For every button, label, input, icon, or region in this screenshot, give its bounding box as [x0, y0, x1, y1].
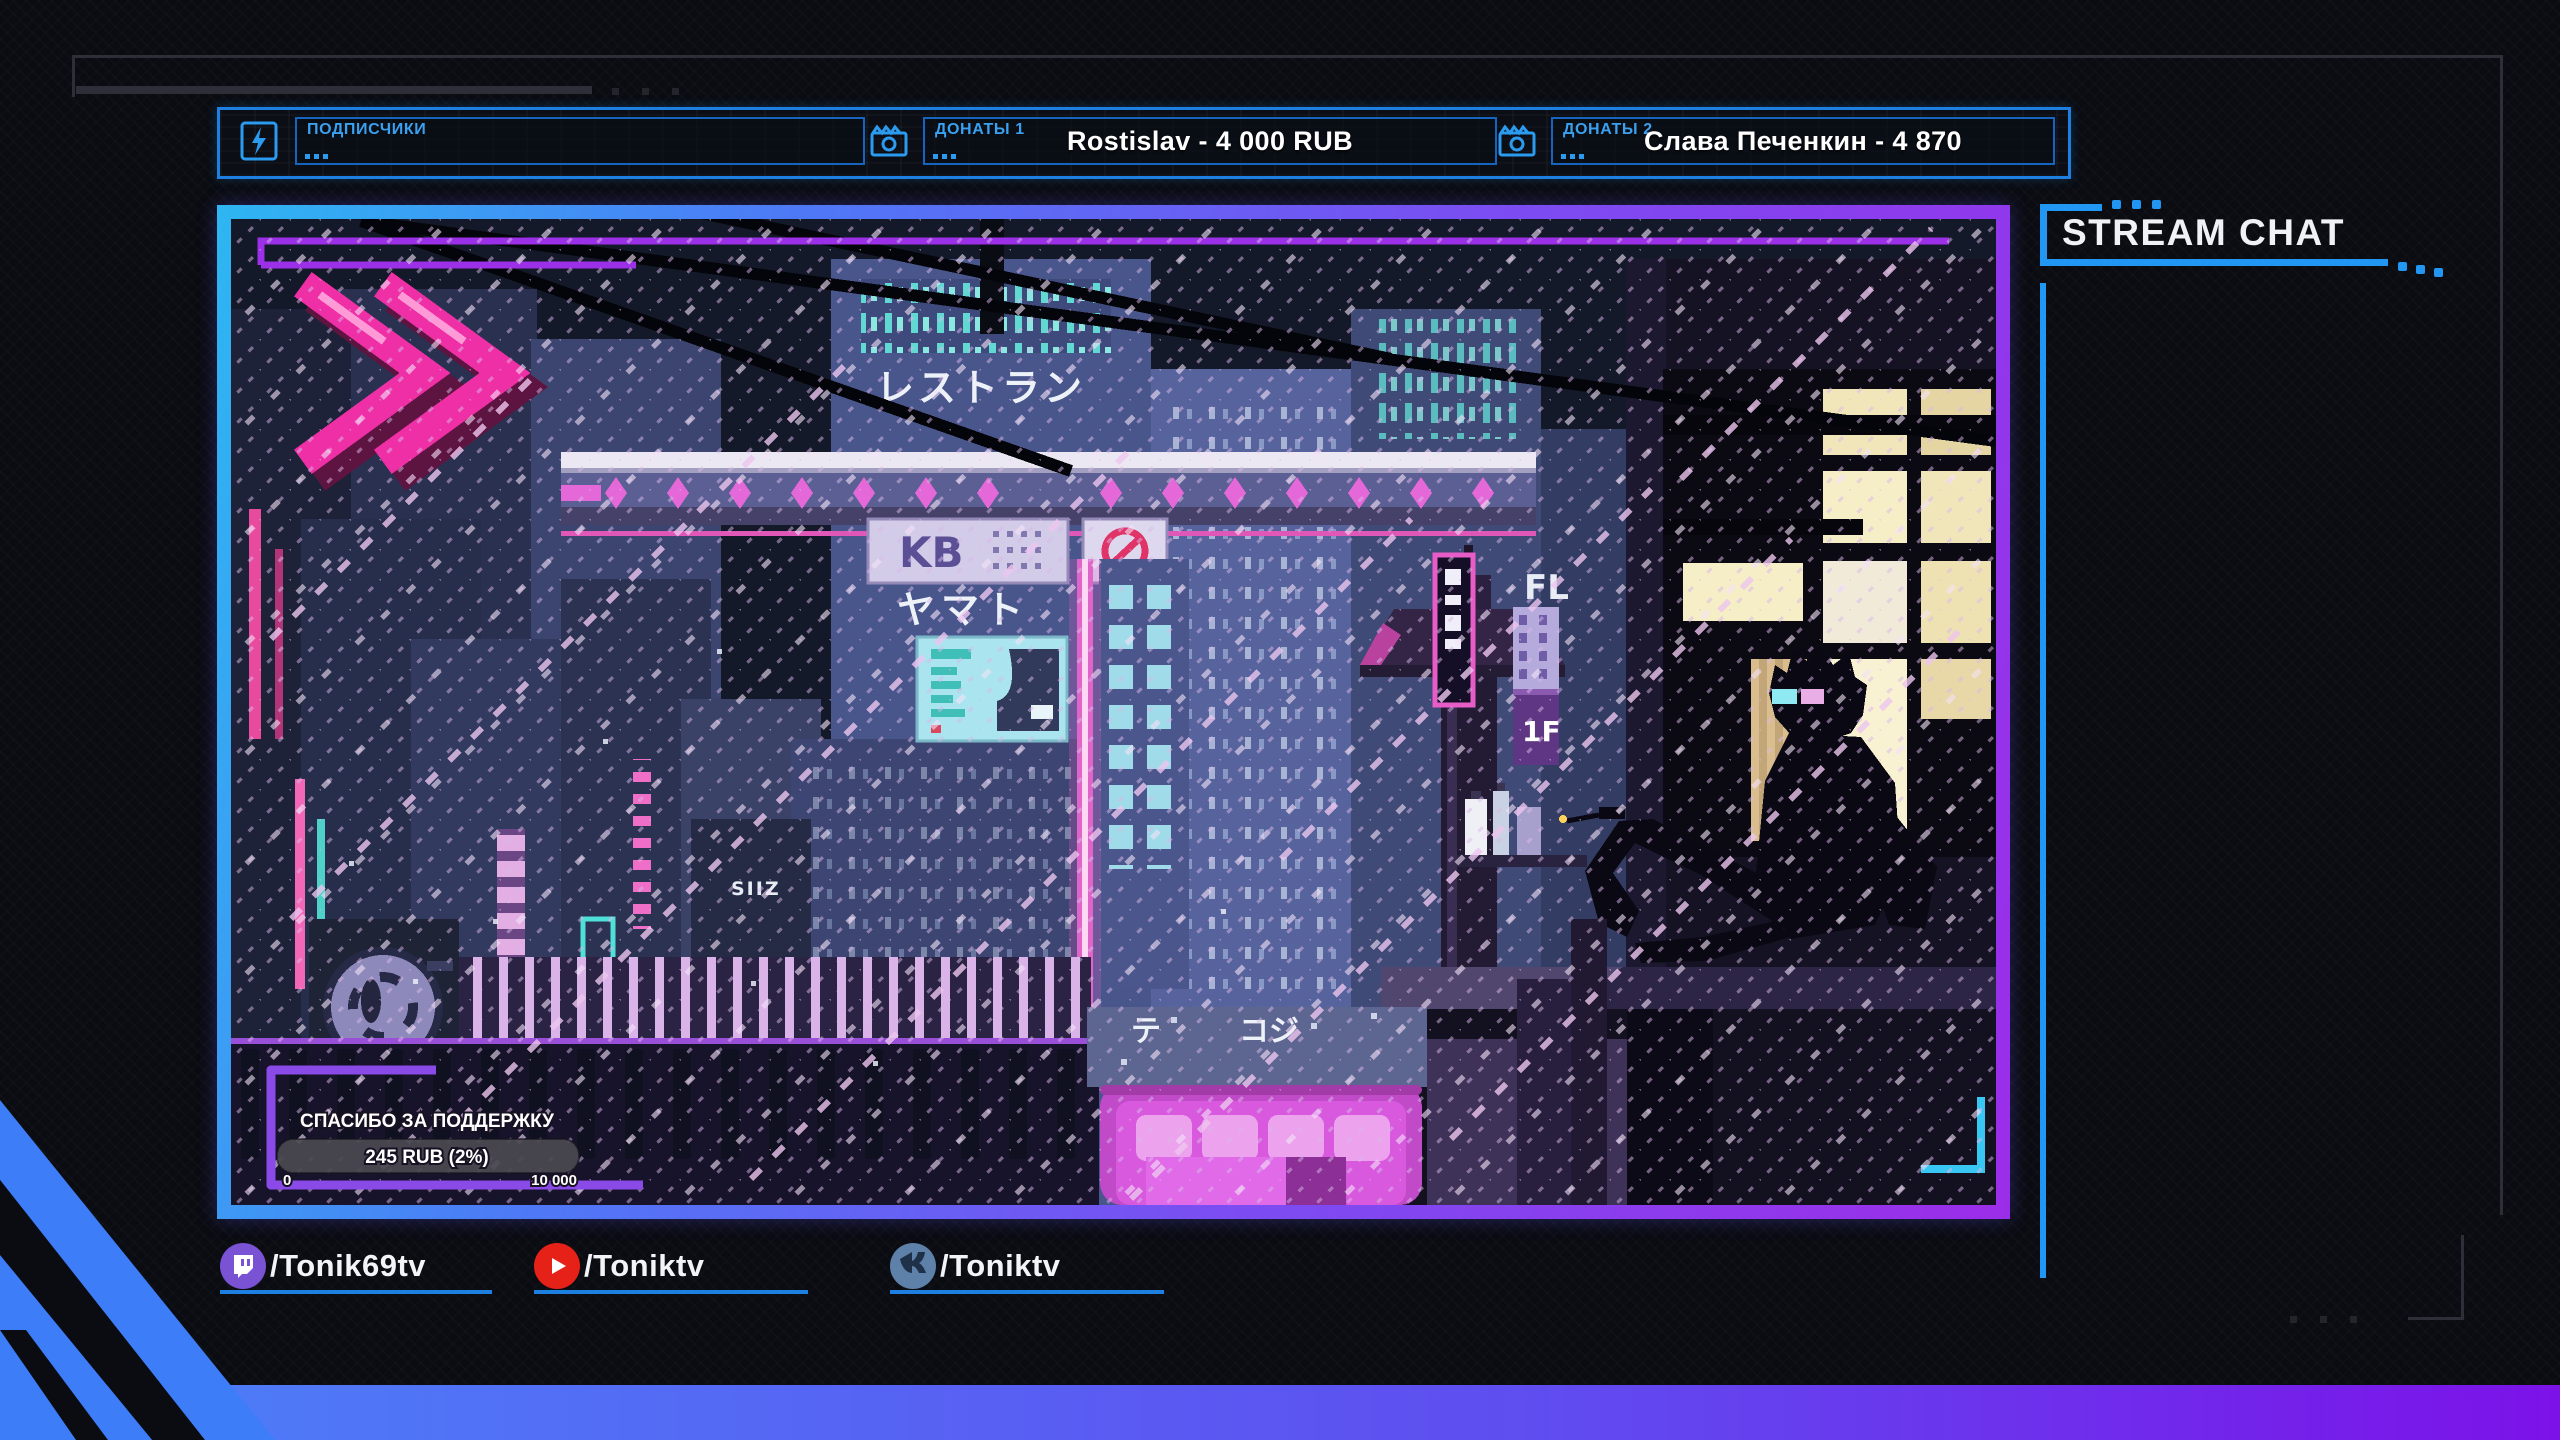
widget-dots [933, 154, 938, 159]
widget-subscribers: ПОДПИСЧИКИ [295, 117, 865, 165]
chat-dot [2132, 200, 2141, 209]
outer-frame-dots-bottom [2290, 1316, 2297, 1323]
widget-donations-1-value: Rostislav - 4 000 RUB [1066, 125, 1353, 156]
scene-frame: KB ヤマト [217, 205, 2010, 1219]
donation-cam-icon [870, 124, 908, 157]
chat-panel-vertical-line [2040, 283, 2046, 1278]
vk-icon [890, 1243, 936, 1289]
widget-subscribers-value [297, 119, 863, 163]
chat-dot [2112, 200, 2121, 209]
social-handle: /Tonik69tv [270, 1248, 427, 1283]
widget-donations-1: ДОНАТЫ 1 Rostislav - 4 000 RUB [923, 117, 1497, 165]
goal-scale-max: 10 000 [531, 1172, 577, 1189]
goal-title: СПАСИБО ЗА ПОДДЕРЖКУ [300, 1111, 554, 1132]
outer-frame-dots-top [612, 88, 619, 95]
chat-dot [2434, 268, 2443, 277]
youtube-icon [534, 1243, 580, 1289]
twitch-icon [220, 1243, 266, 1289]
goal-progress-label: 245 RUB (2%) [365, 1147, 489, 1168]
chat-dot [2416, 265, 2425, 274]
stream-overlay-stage: ПОДПИСЧИКИ ДОНАТЫ 1 Rostislav - 4 000 RU… [0, 0, 2560, 1440]
stream-chat-title: STREAM CHAT [2062, 212, 2346, 253]
social-handle: /Toniktv [940, 1248, 1061, 1283]
outer-frame-corner-horizontal [2408, 1317, 2464, 1320]
donation-cam-icon [1498, 124, 1536, 157]
pixel-art-cyberpunk-scene: KB ヤマト [231, 219, 1996, 1205]
chat-dot [2398, 262, 2407, 271]
widget-dots [305, 154, 310, 159]
chat-bracket-top [2040, 204, 2102, 211]
bolt-badge-icon [240, 121, 278, 161]
scene-viewport: KB ヤマト [231, 219, 1996, 1205]
widget-dots [1561, 154, 1566, 159]
chat-underline [2040, 259, 2388, 266]
outer-frame-left-tick [72, 55, 75, 97]
social-underline [890, 1290, 1164, 1294]
social-underline [220, 1290, 492, 1294]
chat-dot [2152, 200, 2161, 209]
outer-frame-top-line [72, 55, 2503, 58]
outer-frame-corner-vertical [2461, 1235, 2464, 1320]
social-handle: /Toniktv [584, 1248, 705, 1283]
widget-donations-2: ДОНАТЫ 2 Слава Печенкин - 4 870 [1551, 117, 2055, 165]
top-widget-bar: ПОДПИСЧИКИ ДОНАТЫ 1 Rostislav - 4 000 RU… [217, 107, 2071, 179]
widget-donations-2-value: Слава Печенкин - 4 870 [1644, 125, 1962, 156]
social-underline [534, 1290, 808, 1294]
goal-scale-min: 0 [283, 1172, 291, 1189]
outer-frame-right-line [2500, 55, 2503, 1215]
chat-bracket-left [2040, 204, 2047, 266]
outer-frame-accent-line [76, 86, 592, 94]
